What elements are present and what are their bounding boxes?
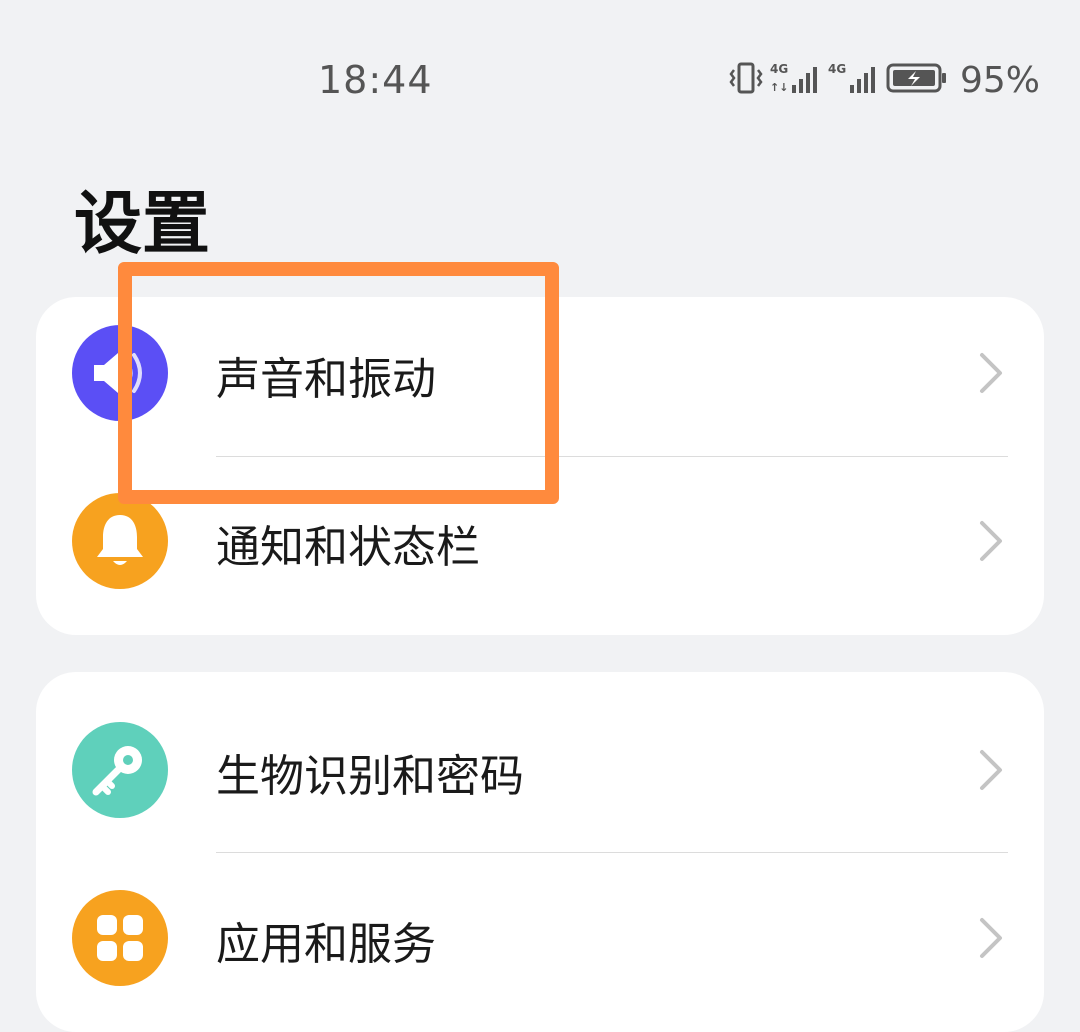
svg-text:↑↓: ↑↓	[770, 81, 788, 94]
chevron-right-icon	[980, 750, 1002, 790]
battery-charging-icon	[886, 61, 948, 99]
settings-item-label: 应用和服务	[216, 919, 436, 970]
apps-grid-icon	[72, 890, 168, 986]
settings-item-label: 通知和状态栏	[216, 522, 480, 573]
settings-item-label: 声音和振动	[216, 354, 436, 405]
vibrate-icon	[728, 61, 764, 99]
bell-icon	[72, 493, 168, 589]
settings-item-label: 生物识别和密码	[216, 751, 524, 802]
chevron-right-icon	[980, 521, 1002, 561]
status-icons: 4G ↑↓ 4G 95%	[728, 58, 1040, 102]
divider	[216, 456, 1008, 457]
svg-text:4G: 4G	[770, 62, 788, 76]
chevron-right-icon	[980, 918, 1002, 958]
divider	[216, 852, 1008, 853]
page-title: 设置	[74, 185, 211, 264]
svg-text:4G: 4G	[828, 62, 846, 76]
status-time: 18:44	[318, 58, 433, 102]
chevron-right-icon	[980, 353, 1002, 393]
battery-percent: 95%	[959, 59, 1040, 101]
settings-item-biometrics-password[interactable]: 生物识别和密码	[36, 694, 1044, 862]
status-bar: 18:44 4G ↑↓ 4G 95%	[0, 0, 1080, 160]
settings-item-notifications-status-bar[interactable]: 通知和状态栏	[36, 465, 1044, 633]
settings-item-apps-services[interactable]: 应用和服务	[36, 862, 1044, 1030]
settings-group-1: 声音和振动 通知和状态栏	[36, 297, 1044, 635]
settings-item-sound-vibration[interactable]: 声音和振动	[36, 297, 1044, 465]
signal-4g-icon: 4G ↑↓	[770, 61, 822, 99]
signal-4g-icon: 4G	[828, 61, 880, 99]
settings-group-2: 生物识别和密码 应用和服务	[36, 672, 1044, 1032]
key-icon	[72, 722, 168, 818]
speaker-icon	[72, 325, 168, 421]
